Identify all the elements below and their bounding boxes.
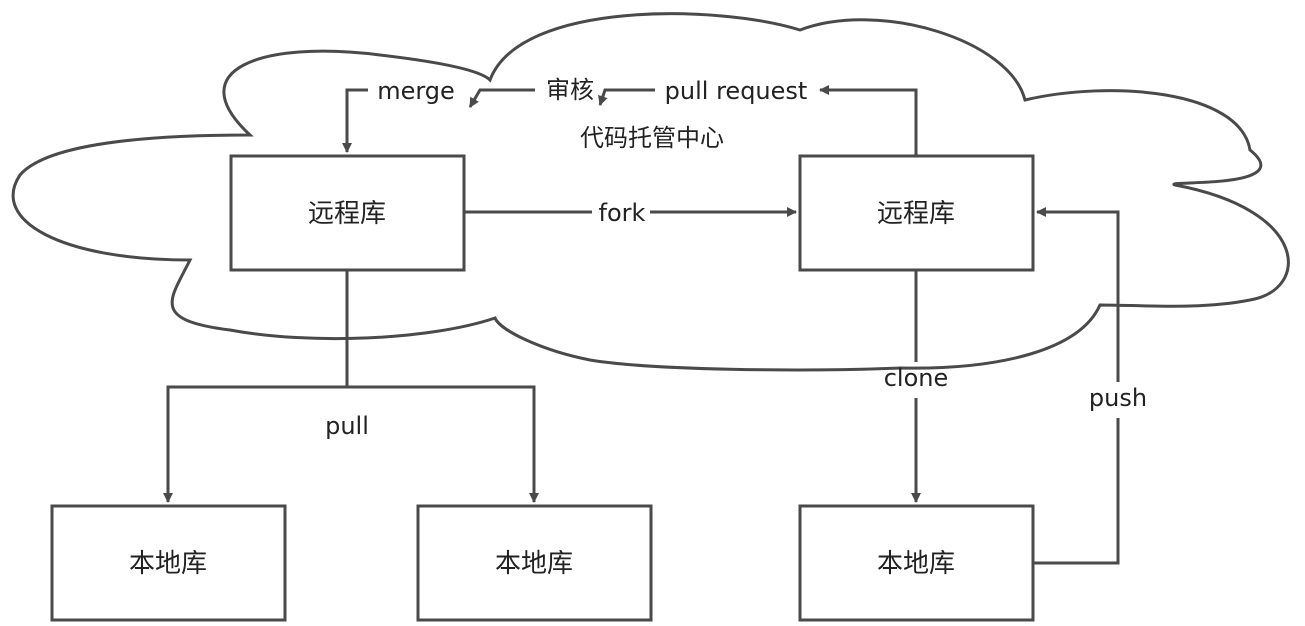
local-repo-1-label: 本地库 — [129, 549, 207, 579]
local-repo-3: 本地库 — [798, 504, 1035, 622]
push-label: push — [1089, 384, 1147, 412]
merge-label: merge — [377, 77, 455, 105]
remote-repo-fork-label: 远程库 — [877, 199, 955, 229]
cloud-label: 代码托管中心 — [580, 124, 724, 152]
remote-repo-upstream-label: 远程库 — [308, 199, 386, 229]
clone-label: clone — [884, 364, 949, 392]
local-repo-3-label: 本地库 — [877, 549, 955, 579]
push-line-bottom — [1033, 418, 1120, 565]
git-workflow-diagram: 代码托管中心 远程库 远程库 本地库 本地库 本地库 pull request … — [11, 12, 1290, 622]
local-repo-1: 本地库 — [50, 504, 287, 622]
pull-label: pull — [325, 412, 369, 440]
review-label: 审核 — [546, 76, 594, 104]
local-repo-2: 本地库 — [416, 504, 653, 622]
pull-arrow-right — [347, 385, 539, 503]
remote-repo-fork: 远程库 — [798, 154, 1035, 272]
local-repo-2-label: 本地库 — [495, 549, 573, 579]
hosting-center-cloud — [11, 12, 1290, 372]
fork-label: fork — [599, 199, 646, 227]
pull-arrow-left — [163, 385, 347, 503]
remote-repo-upstream: 远程库 — [229, 154, 466, 272]
pull-request-label: pull request — [665, 77, 808, 105]
